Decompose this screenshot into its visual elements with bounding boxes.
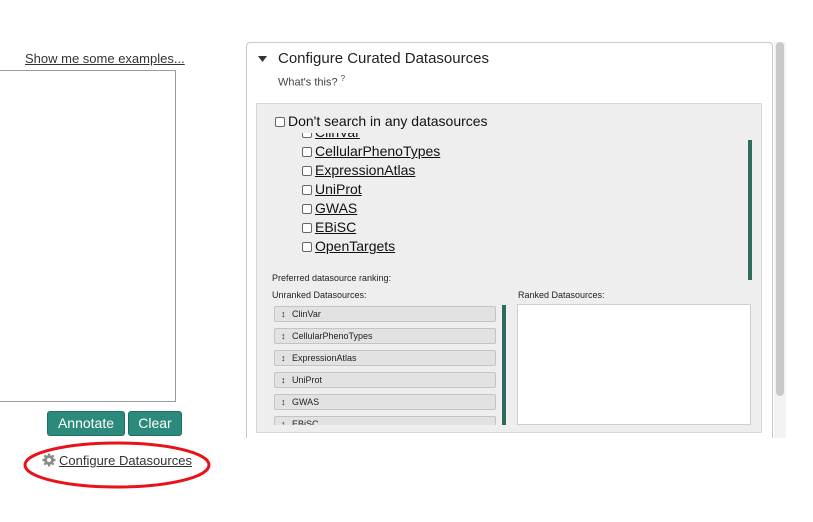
datasource-checkbox[interactable] (302, 166, 312, 176)
unranked-item-label: UniProt (292, 375, 323, 385)
unranked-item-label: ExpressionAtlas (292, 353, 357, 363)
datasource-checkbox-list[interactable]: ClinVar CellularPhenoTypes ExpressionAtlas… (296, 133, 746, 260)
annotation-input[interactable] (0, 70, 176, 402)
drag-handle-icon[interactable]: ↕ (281, 395, 287, 409)
drag-handle-icon[interactable]: ↕ (281, 373, 287, 387)
datasource-label: ClinVar (315, 133, 360, 140)
datasource-label: GWAS (315, 200, 358, 216)
datasource-label: CellularPhenoTypes (315, 143, 441, 159)
show-examples-link[interactable]: Show me some examples... (25, 51, 185, 66)
dont-search-label: Don't search in any datasources (288, 113, 488, 129)
unranked-item[interactable]: ↕ ExpressionAtlas (274, 350, 496, 366)
datasource-label: ExpressionAtlas (315, 162, 416, 178)
datasource-option[interactable]: UniProt (302, 181, 362, 197)
datasource-checkbox[interactable] (302, 147, 312, 157)
dont-search-checkbox[interactable] (275, 117, 285, 127)
unranked-datasources-label: Unranked Datasources: (272, 290, 367, 300)
unranked-item[interactable]: ↕ CellularPhenoTypes (274, 328, 496, 344)
ranked-datasources-dropzone[interactable] (517, 304, 751, 425)
datasource-checkbox[interactable] (302, 204, 312, 214)
dont-search-option[interactable]: Don't search in any datasources (275, 113, 488, 129)
unranked-datasources-list[interactable]: ↕ ClinVar ↕ CellularPhenoTypes ↕ ExpressionAt… (272, 304, 500, 425)
unranked-item-label: CellularPhenoTypes (292, 331, 373, 341)
configure-datasources-label: Configure Datasources (59, 453, 192, 468)
unranked-item[interactable]: ↕ UniProt (274, 372, 496, 388)
datasource-label: UniProt (315, 181, 362, 197)
page-scrollbar[interactable] (776, 42, 784, 396)
datasource-option[interactable]: EBiSC (302, 219, 356, 235)
datasource-option[interactable]: OpenTargets (302, 238, 395, 254)
preferred-ranking-label: Preferred datasource ranking: (272, 273, 392, 283)
collapse-triangle-icon[interactable] (258, 55, 267, 63)
unranked-item-label: EBiSC (292, 419, 319, 425)
help-icon: ? (340, 74, 346, 83)
datasource-label: EBiSC (315, 219, 357, 235)
datasource-checkbox[interactable] (302, 242, 312, 252)
datasource-checkbox[interactable] (302, 133, 312, 138)
whats-this-label: What's this? (278, 76, 338, 89)
datasource-option[interactable]: ExpressionAtlas (302, 162, 415, 178)
unranked-list-scrollbar[interactable] (502, 305, 506, 425)
datasource-option[interactable]: GWAS (302, 200, 357, 216)
unranked-item[interactable]: ↕ ClinVar (274, 306, 496, 322)
unranked-item-label: ClinVar (292, 309, 321, 319)
drag-handle-icon[interactable]: ↕ (281, 351, 287, 365)
whats-this-link[interactable]: What's this? ? (278, 74, 345, 89)
datasource-option[interactable]: ClinVar (302, 133, 360, 140)
panel-title[interactable]: Configure Curated Datasources (278, 50, 489, 67)
drag-handle-icon[interactable]: ↕ (281, 417, 287, 425)
datasource-option[interactable]: CellularPhenoTypes (302, 143, 440, 159)
clear-button[interactable]: Clear (128, 411, 182, 436)
ranked-datasources-label: Ranked Datasources: (518, 290, 605, 300)
unranked-item[interactable]: ↕ GWAS (274, 394, 496, 410)
gear-icon (42, 453, 56, 467)
unranked-item[interactable]: ↕ EBiSC (274, 416, 496, 425)
drag-handle-icon[interactable]: ↕ (281, 329, 287, 343)
drag-handle-icon[interactable]: ↕ (281, 307, 287, 321)
datasource-checkbox[interactable] (302, 223, 312, 233)
datasource-label: OpenTargets (315, 238, 396, 254)
configure-datasources-link[interactable]: Configure Datasources (42, 453, 192, 468)
unranked-item-label: GWAS (292, 397, 320, 407)
annotate-button[interactable]: Annotate (47, 411, 125, 436)
datasource-list-scrollbar[interactable] (748, 140, 752, 280)
datasource-checkbox[interactable] (302, 185, 312, 195)
